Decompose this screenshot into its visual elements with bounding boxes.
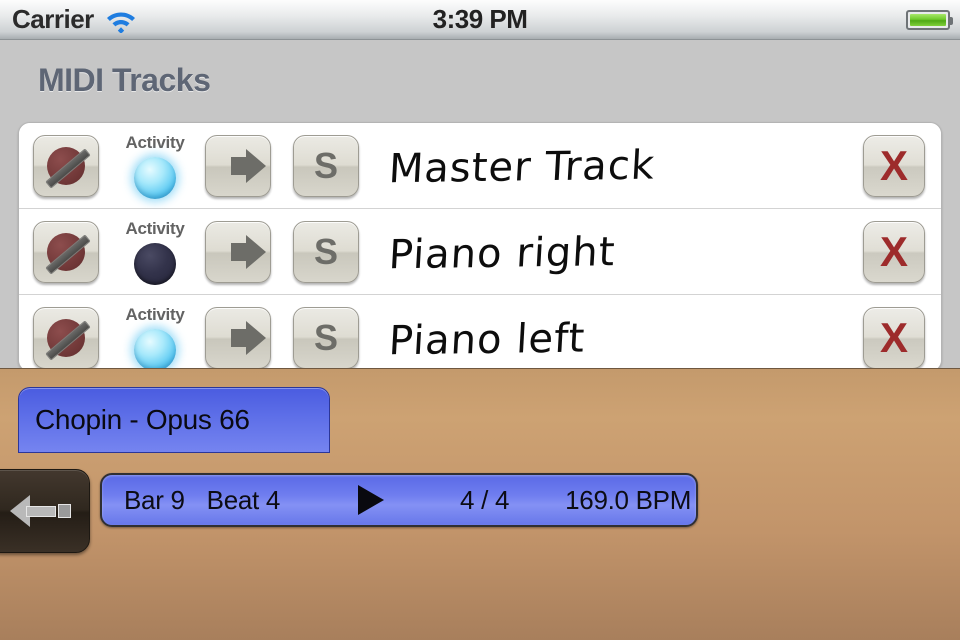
- activity-label: Activity: [125, 218, 185, 238]
- position-display[interactable]: Bar 9 Beat 4 4 / 4 169.0 BPM: [100, 473, 698, 527]
- speaker-cone: [245, 148, 266, 183]
- battery-nub: [949, 17, 953, 25]
- speaker-icon[interactable]: [205, 134, 271, 197]
- activity-indicator: Activity: [105, 219, 205, 285]
- delete-track-button[interactable]: X: [863, 220, 925, 283]
- speaker-body: [230, 148, 266, 183]
- page-title: MIDI Tracks: [38, 62, 211, 98]
- track-name[interactable]: Piano left: [388, 312, 865, 365]
- solo-label: S: [313, 317, 338, 358]
- activity-led: [134, 156, 176, 199]
- activity-led: [134, 329, 176, 371]
- solo-label: S: [313, 144, 338, 186]
- back-button[interactable]: [0, 469, 90, 553]
- solo-label: S: [313, 230, 338, 272]
- delete-track-button[interactable]: X: [863, 134, 925, 197]
- table-row[interactable]: Activity S Piano left X: [19, 295, 941, 371]
- activity-label: Activity: [125, 132, 185, 152]
- bar-label: Bar 9: [124, 484, 185, 515]
- speaker-icon[interactable]: [205, 220, 271, 283]
- speaker-icon[interactable]: [205, 307, 271, 369]
- beat-label: Beat 4: [206, 484, 281, 515]
- activity-indicator: Activity: [105, 305, 205, 371]
- play-state-icon: [358, 485, 385, 515]
- song-title-label: Chopin - Opus 66: [35, 404, 250, 435]
- activity-led: [134, 242, 176, 285]
- clock-label: 3:39 PM: [432, 4, 528, 34]
- record-disabled-icon[interactable]: [33, 220, 99, 283]
- activity-indicator: Activity: [105, 133, 205, 199]
- track-list: Activity S Master Track X Activity S Pia…: [18, 122, 942, 372]
- transport-panel: Chopin - Opus 66 Bar 9 Beat 4 4 / 4 169.…: [0, 368, 960, 640]
- battery-fill: [910, 14, 946, 26]
- delete-track-button[interactable]: X: [863, 307, 925, 369]
- battery-full-icon: [906, 10, 953, 30]
- arrow-shaft: [26, 506, 56, 517]
- table-row[interactable]: Activity S Piano right X: [19, 209, 941, 295]
- arrow-square: [58, 504, 71, 518]
- solo-button[interactable]: S: [293, 134, 359, 197]
- solo-button[interactable]: S: [293, 307, 359, 369]
- speaker-cone: [245, 321, 266, 355]
- solo-button[interactable]: S: [293, 220, 359, 283]
- status-bar: Carrier 3:39 PM: [0, 0, 960, 40]
- speaker-body: [230, 234, 266, 269]
- speaker-body: [230, 321, 266, 355]
- speaker-cone: [245, 234, 266, 269]
- record-disabled-icon[interactable]: [33, 134, 99, 197]
- tempo-label: 169.0 BPM: [565, 484, 692, 515]
- back-arrow-icon: [10, 495, 72, 527]
- table-row[interactable]: Activity S Master Track X: [19, 123, 941, 209]
- time-signature-label: 4 / 4: [460, 484, 510, 515]
- song-title-display[interactable]: Chopin - Opus 66: [18, 387, 330, 453]
- activity-label: Activity: [125, 305, 185, 324]
- track-name[interactable]: Master Track: [388, 139, 865, 192]
- record-disabled-icon[interactable]: [33, 307, 99, 369]
- track-name[interactable]: Piano right: [388, 225, 865, 278]
